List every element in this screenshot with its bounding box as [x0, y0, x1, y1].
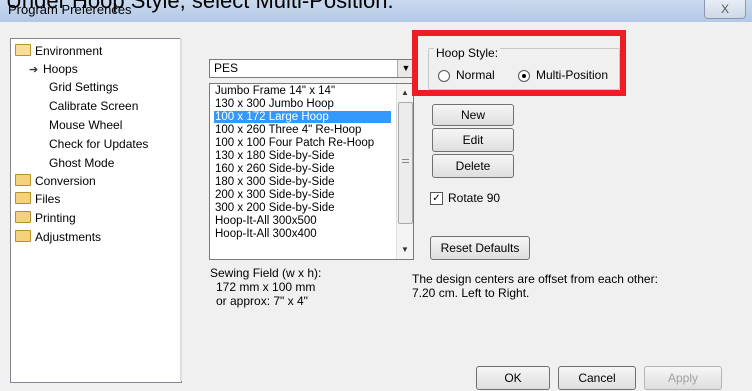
tree-item-ghost-mode[interactable]: Ghost Mode [49, 155, 114, 171]
tree-item-check-for-updates[interactable]: Check for Updates [49, 136, 148, 152]
sewing-field-size: 172 mm x 100 mm [216, 280, 316, 294]
hoop-list[interactable]: Jumbo Frame 14" x 14" 130 x 300 Jumbo Ho… [209, 83, 414, 260]
tree-item-adjustments[interactable]: Adjustments [15, 229, 101, 245]
list-item[interactable]: 300 x 200 Side-by-Side [214, 202, 391, 214]
scroll-up-icon[interactable]: ▲ [397, 86, 413, 100]
offset-info-line1: The design centers are offset from each … [412, 272, 658, 286]
scroll-thumb[interactable] [398, 102, 413, 224]
tree-item-hoops[interactable]: ➔ Hoops [29, 61, 78, 77]
ok-button[interactable]: OK [476, 366, 550, 390]
format-select-value: PES [214, 61, 239, 75]
folder-open-icon [15, 44, 31, 56]
list-item[interactable]: 200 x 300 Side-by-Side [214, 189, 391, 201]
tree-item-mouse-wheel[interactable]: Mouse Wheel [49, 117, 122, 133]
reset-defaults-button[interactable]: Reset Defaults [430, 236, 530, 260]
folder-icon [15, 211, 31, 223]
folder-icon [15, 174, 31, 186]
list-item[interactable]: 160 x 260 Side-by-Side [214, 163, 391, 175]
category-tree[interactable]: Environment ➔ Hoops Grid Settings Calibra… [10, 38, 182, 383]
tree-item-files[interactable]: Files [15, 191, 60, 207]
panel-divider[interactable] [180, 38, 182, 381]
list-item[interactable]: 180 x 300 Side-by-Side [214, 176, 391, 188]
list-item[interactable]: 130 x 300 Jumbo Hoop [214, 98, 391, 110]
list-item[interactable]: 130 x 180 Side-by-Side [214, 150, 391, 162]
highlight-box [412, 30, 626, 96]
tree-item-conversion[interactable]: Conversion [15, 173, 96, 189]
new-button[interactable]: New [432, 104, 514, 126]
list-item-selected[interactable]: 100 x 172 Large Hoop [214, 111, 391, 123]
cancel-button[interactable]: Cancel [558, 366, 636, 390]
sewing-field-label: Sewing Field (w x h): [210, 266, 322, 280]
format-select[interactable]: PES ▼ [209, 59, 415, 78]
scroll-down-icon[interactable]: ▼ [397, 243, 413, 257]
apply-button[interactable]: Apply [644, 366, 722, 390]
close-icon: X [720, 2, 729, 16]
delete-button[interactable]: Delete [432, 154, 514, 178]
folder-icon [15, 192, 31, 204]
list-item[interactable]: 100 x 100 Four Patch Re-Hoop [214, 137, 391, 149]
rotate-checkbox[interactable]: ✓ [430, 192, 443, 205]
grip-icon [402, 159, 409, 163]
folder-icon [15, 230, 31, 242]
list-item[interactable]: 100 x 260 Three 4" Re-Hoop [214, 124, 391, 136]
offset-info-line2: 7.20 cm. Left to Right. [412, 286, 530, 300]
rotate-label[interactable]: Rotate 90 [448, 191, 500, 205]
list-scrollbar[interactable]: ▲ ▼ [396, 84, 413, 259]
instruction-caption: Under Hoop Style, select Multi-Position. [6, 0, 394, 13]
sewing-field-approx: or approx: 7" x 4" [216, 294, 308, 308]
list-item[interactable]: Hoop-It-All 300x400 [214, 228, 391, 240]
arrow-right-icon: ➔ [29, 64, 39, 76]
tree-item-printing[interactable]: Printing [15, 210, 76, 226]
tree-item-calibrate-screen[interactable]: Calibrate Screen [49, 98, 138, 114]
tree-item-grid-settings[interactable]: Grid Settings [49, 79, 118, 95]
list-item[interactable]: Jumbo Frame 14" x 14" [214, 85, 391, 97]
list-item[interactable]: Hoop-It-All 300x500 [214, 215, 391, 227]
close-button[interactable]: X [704, 0, 746, 19]
edit-button[interactable]: Edit [432, 128, 514, 152]
tree-item-environment[interactable]: Environment [15, 43, 102, 59]
